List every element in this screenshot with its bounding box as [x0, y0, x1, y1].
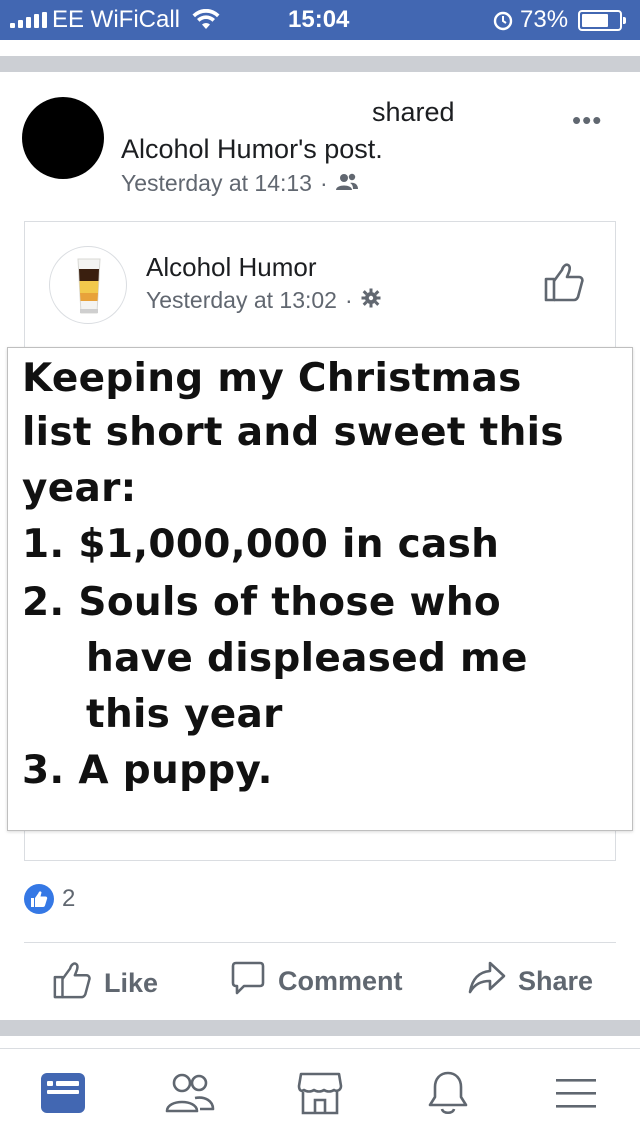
- image-text-line: this year: [86, 692, 283, 737]
- battery-percentage: 73%: [520, 6, 569, 33]
- menu-icon[interactable]: [546, 1065, 606, 1121]
- like-page-icon[interactable]: [543, 261, 585, 308]
- image-text-line: 3. A puppy.: [22, 748, 273, 793]
- comment-button[interactable]: Comment: [230, 960, 403, 1003]
- gear-icon: [361, 287, 381, 314]
- share-label: Share: [518, 966, 594, 996]
- battery-icon: [578, 10, 626, 31]
- embedded-post-meta: Yesterday at 13:02 ·: [146, 287, 381, 314]
- image-text-line: 2. Souls of those who: [22, 580, 502, 625]
- reaction-count: 2: [62, 885, 76, 912]
- image-text-line: 1. $1,000,000 in cash: [22, 522, 500, 567]
- meta-separator: ·: [319, 170, 328, 196]
- post-image[interactable]: Keeping my Christmas list short and swee…: [7, 347, 633, 831]
- wifi-icon: [192, 8, 220, 38]
- clock: 15:04: [288, 6, 350, 33]
- like-icon: [52, 960, 92, 1007]
- alarm-icon: [492, 9, 514, 38]
- news-feed-icon[interactable]: [33, 1065, 93, 1121]
- friends-icon[interactable]: [160, 1065, 220, 1121]
- post-timestamp[interactable]: Yesterday at 14:13: [121, 170, 312, 197]
- image-text-line: list short and sweet this: [22, 410, 564, 455]
- page-avatar[interactable]: [49, 246, 127, 324]
- battery-fill: [582, 14, 608, 27]
- post-meta: Yesterday at 14:13 ·: [121, 170, 358, 197]
- share-icon: [468, 960, 506, 1003]
- image-text-line: Keeping my Christmas: [22, 356, 522, 401]
- feed-separator: [0, 56, 640, 72]
- page-name-link[interactable]: Alcohol Humor: [146, 252, 317, 283]
- user-avatar[interactable]: [22, 97, 104, 179]
- signal-icon: [10, 12, 47, 28]
- reaction-summary[interactable]: 2: [24, 884, 75, 914]
- like-label: Like: [104, 968, 159, 998]
- status-bar: EE WiFiCall 15:04 73%: [0, 0, 640, 40]
- notifications-icon[interactable]: [418, 1065, 478, 1121]
- like-badge-icon: [24, 884, 54, 914]
- friends-icon: [335, 170, 358, 197]
- like-button[interactable]: Like: [52, 960, 158, 1007]
- shared-target-link[interactable]: Alcohol Humor's post.: [121, 134, 383, 165]
- actions-divider: [24, 942, 616, 943]
- feed-separator: [0, 1020, 640, 1036]
- marketplace-icon[interactable]: [290, 1065, 350, 1121]
- embedded-post-timestamp[interactable]: Yesterday at 13:02: [146, 287, 337, 314]
- bottom-navigation: [0, 1048, 640, 1136]
- comment-label: Comment: [278, 966, 403, 996]
- carrier-name: EE WiFiCall: [52, 6, 181, 33]
- image-text-line: have displeased me: [86, 636, 528, 681]
- more-options-icon[interactable]: •••: [572, 107, 602, 133]
- meta-separator: ·: [344, 287, 353, 313]
- share-button[interactable]: Share: [468, 960, 593, 1003]
- image-text-line: year:: [22, 466, 137, 511]
- shared-label: shared: [372, 97, 455, 127]
- comment-icon: [230, 960, 266, 1003]
